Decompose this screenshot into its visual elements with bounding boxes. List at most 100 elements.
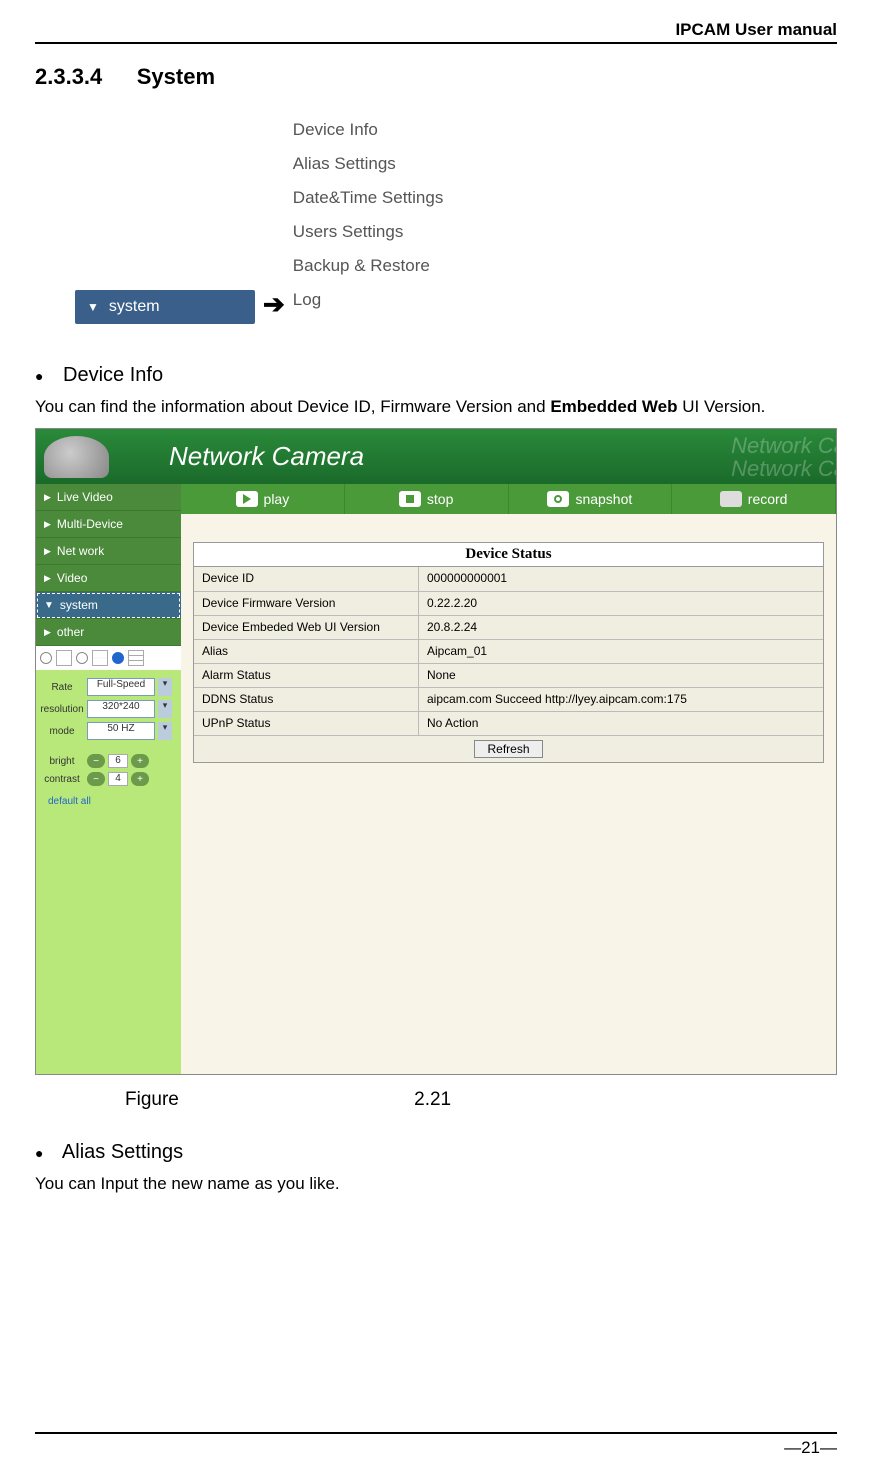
cell-label: DDNS Status (194, 688, 419, 711)
device-info-paragraph: You can find the information about Devic… (35, 393, 837, 420)
nav-video[interactable]: ▶ Video (36, 565, 181, 592)
alias-settings-heading: ● Alias Settings (35, 1141, 837, 1164)
chevron-right-icon: ▶ (44, 573, 51, 584)
page-number: —21— (35, 1432, 837, 1458)
button-label: snapshot (575, 491, 632, 507)
rate-label: Rate (40, 682, 84, 693)
heading-text: Alias Settings (62, 1141, 183, 1163)
system-submenu-list: Device Info Alias Settings Date&Time Set… (293, 120, 444, 324)
button-label: stop (427, 491, 453, 507)
viewmode-radio[interactable] (76, 652, 88, 664)
chevron-right-icon: ▶ (44, 627, 51, 638)
increase-button[interactable]: + (131, 772, 149, 786)
cell-label: Device ID (194, 567, 419, 591)
camera-icon (44, 436, 109, 478)
increase-button[interactable]: + (131, 754, 149, 768)
cell-value: 0.22.2.20 (419, 592, 823, 615)
bright-label: bright (40, 756, 84, 767)
dropdown-icon[interactable]: ▾ (158, 678, 172, 696)
section-number: 2.3.3.4 (35, 64, 102, 89)
section-heading: 2.3.3.4 System (35, 64, 837, 90)
decrease-button[interactable]: − (87, 772, 105, 786)
play-button[interactable]: play (181, 484, 345, 514)
nav-label: Live Video (57, 490, 113, 504)
nav-label: system (60, 598, 98, 612)
device-status-table: Device Status Device ID000000000001 Devi… (193, 542, 824, 763)
cell-label: Device Firmware Version (194, 592, 419, 615)
nav-label: Multi-Device (57, 517, 123, 531)
button-label: record (748, 491, 788, 507)
mode-select[interactable]: 50 HZ (87, 722, 155, 740)
table-row: DDNS Statusaipcam.com Succeed http://lye… (194, 687, 823, 711)
app-title: Network Camera (169, 441, 364, 472)
viewmode-radio[interactable] (40, 652, 52, 664)
refresh-row: Refresh (194, 735, 823, 762)
nav-label: Video (57, 571, 87, 585)
viewmode-grid-icon[interactable] (92, 650, 108, 666)
button-label: play (264, 491, 290, 507)
text: UI Version. (678, 397, 766, 416)
chevron-right-icon: ▶ (44, 546, 51, 557)
resolution-select[interactable]: 320*240 (87, 700, 155, 718)
cell-label: Alias (194, 640, 419, 663)
contrast-label: contrast (40, 774, 84, 785)
viewmode-single-icon[interactable] (56, 650, 72, 666)
snapshot-button[interactable]: snapshot (509, 484, 673, 514)
content-area: play stop snapshot record Device Status … (181, 484, 836, 1074)
watermark-text: Network Ca (731, 456, 836, 482)
nav-live-video[interactable]: ▶ Live Video (36, 484, 181, 511)
chevron-right-icon: ▶ (44, 492, 51, 503)
view-mode-selector (36, 646, 181, 670)
nav-multi-device[interactable]: ▶ Multi-Device (36, 511, 181, 538)
cell-value: 20.8.2.24 (419, 616, 823, 639)
rate-select[interactable]: Full-Speed (87, 678, 155, 696)
dropdown-icon[interactable]: ▾ (158, 722, 172, 740)
nav-system[interactable]: ▼system (36, 592, 181, 619)
dropdown-icon[interactable]: ▾ (158, 700, 172, 718)
decrease-button[interactable]: − (87, 754, 105, 768)
text-bold: Embedded Web (550, 397, 677, 416)
cell-value: None (419, 664, 823, 687)
cell-value: aipcam.com Succeed http://lyey.aipcam.co… (419, 688, 823, 711)
system-button-label: system (109, 298, 160, 316)
document-header: IPCAM User manual (35, 20, 837, 44)
caption-number: 2.21 (414, 1089, 451, 1110)
device-info-heading: ● Device Info (35, 364, 837, 387)
stop-icon (399, 491, 421, 507)
system-menu-diagram: ▼ system ➔ Device Info Alias Settings Da… (75, 120, 837, 324)
viewmode-grid3-icon[interactable] (128, 650, 144, 666)
menu-item: Users Settings (293, 222, 444, 242)
nav-label: other (57, 625, 84, 639)
nav-network[interactable]: ▶ Net work (36, 538, 181, 565)
refresh-button[interactable]: Refresh (474, 740, 542, 758)
nav-other[interactable]: ▶ other (36, 619, 181, 646)
record-button[interactable]: record (672, 484, 836, 514)
cell-label: Alarm Status (194, 664, 419, 687)
cell-label: UPnP Status (194, 712, 419, 735)
table-row: Alarm StatusNone (194, 663, 823, 687)
chevron-right-icon: ▶ (44, 519, 51, 530)
section-title: System (137, 64, 215, 89)
triangle-down-icon: ▼ (87, 300, 99, 314)
text: You can find the information about Devic… (35, 397, 550, 416)
sidebar: ▶ Live Video ▶ Multi-Device ▶ Net work ▶ Vid… (36, 484, 181, 1074)
stop-button[interactable]: stop (345, 484, 509, 514)
heading-text: Device Info (63, 364, 163, 386)
table-row: AliasAipcam_01 (194, 639, 823, 663)
cell-value: No Action (419, 712, 823, 735)
system-button[interactable]: ▼ system (75, 290, 255, 324)
default-all-link[interactable]: default all (40, 796, 177, 807)
record-icon (720, 491, 742, 507)
menu-item: Alias Settings (293, 154, 444, 174)
bright-value[interactable]: 6 (108, 754, 128, 768)
resolution-label: resolution (40, 704, 84, 715)
contrast-value[interactable]: 4 (108, 772, 128, 786)
nav-label: Net work (57, 544, 104, 558)
viewmode-radio-selected[interactable] (112, 652, 124, 664)
mode-label: mode (40, 726, 84, 737)
bullet-icon: ● (35, 368, 43, 384)
cell-value: Aipcam_01 (419, 640, 823, 663)
caption-label: Figure (125, 1089, 179, 1110)
table-title: Device Status (194, 543, 823, 567)
table-row: UPnP StatusNo Action (194, 711, 823, 735)
